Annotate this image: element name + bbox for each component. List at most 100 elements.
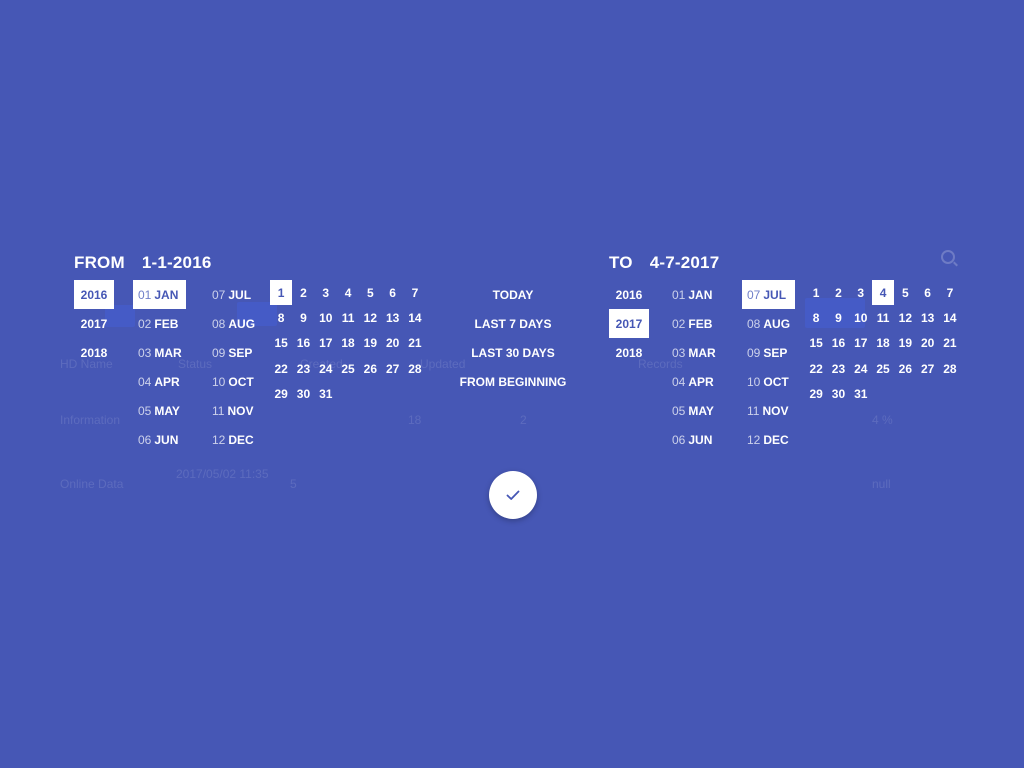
from-day-option[interactable]: 24 bbox=[315, 356, 337, 381]
to-day-option[interactable]: 24 bbox=[850, 356, 872, 381]
from-month-option[interactable]: 08 AUG bbox=[207, 309, 260, 338]
from-day-option[interactable]: 4 bbox=[337, 280, 359, 305]
to-day-option[interactable]: 29 bbox=[805, 381, 827, 406]
from-year-option[interactable]: 2018 bbox=[74, 338, 114, 367]
from-day-option[interactable]: 5 bbox=[359, 280, 381, 305]
to-day-option[interactable]: 8 bbox=[805, 305, 827, 330]
from-month-option[interactable]: 09 SEP bbox=[207, 338, 260, 367]
to-day-option[interactable]: 1 bbox=[805, 280, 827, 305]
to-month-option[interactable]: 02 FEB bbox=[667, 309, 720, 338]
quick-range-option[interactable]: FROM BEGINNING bbox=[440, 367, 586, 396]
to-month-option[interactable]: 10 OCT bbox=[742, 367, 795, 396]
to-month-option[interactable]: 04 APR bbox=[667, 367, 720, 396]
to-year-option[interactable]: 2017 bbox=[609, 309, 649, 338]
from-day-option[interactable]: 16 bbox=[292, 331, 314, 356]
from-day-option[interactable]: 3 bbox=[315, 280, 337, 305]
to-month-option[interactable]: 05 MAY bbox=[667, 396, 720, 425]
to-day-option[interactable]: 6 bbox=[916, 280, 938, 305]
to-year-option[interactable]: 2016 bbox=[609, 280, 649, 309]
from-year-option[interactable]: 2017 bbox=[74, 309, 114, 338]
to-day-option[interactable]: 23 bbox=[827, 356, 849, 381]
to-day-option[interactable]: 5 bbox=[894, 280, 916, 305]
from-month-option[interactable]: 03 MAR bbox=[133, 338, 186, 367]
to-month-option[interactable]: 09 SEP bbox=[742, 338, 795, 367]
to-day-option[interactable]: 30 bbox=[827, 381, 849, 406]
to-day-option[interactable]: 28 bbox=[939, 356, 961, 381]
to-day-option[interactable]: 14 bbox=[939, 305, 961, 330]
to-month-option[interactable]: 11 NOV bbox=[742, 396, 795, 425]
to-day-option[interactable]: 4 bbox=[871, 280, 895, 306]
from-year-option[interactable]: 2016 bbox=[74, 280, 114, 309]
from-day-option[interactable]: 12 bbox=[359, 305, 381, 330]
to-day-option[interactable]: 20 bbox=[916, 331, 938, 356]
from-day-option[interactable]: 31 bbox=[315, 381, 337, 406]
to-day-option[interactable]: 13 bbox=[916, 305, 938, 330]
quick-range-option[interactable]: TODAY bbox=[440, 280, 586, 309]
from-month-option[interactable]: 04 APR bbox=[133, 367, 186, 396]
to-day-option[interactable]: 18 bbox=[872, 331, 894, 356]
from-month-option[interactable]: 01 JAN bbox=[133, 280, 186, 309]
to-month-option[interactable]: 03 MAR bbox=[667, 338, 720, 367]
table-cell: 5 bbox=[290, 477, 297, 491]
from-day-option[interactable]: 14 bbox=[404, 305, 426, 330]
to-day-option[interactable]: 21 bbox=[939, 331, 961, 356]
from-day-option[interactable]: 18 bbox=[337, 331, 359, 356]
from-day-option[interactable]: 8 bbox=[270, 305, 292, 330]
to-month-option[interactable]: 01 JAN bbox=[667, 280, 720, 309]
from-month-option[interactable]: 12 DEC bbox=[207, 425, 260, 454]
month-name: MAY bbox=[154, 403, 180, 418]
to-year-option[interactable]: 2018 bbox=[609, 338, 649, 367]
from-day-option[interactable]: 25 bbox=[337, 356, 359, 381]
to-day-option[interactable]: 17 bbox=[850, 331, 872, 356]
to-month-option[interactable]: 08 AUG bbox=[742, 309, 795, 338]
from-day-option[interactable]: 26 bbox=[359, 356, 381, 381]
from-day-option[interactable]: 23 bbox=[292, 356, 314, 381]
to-day-option[interactable]: 2 bbox=[827, 280, 849, 305]
from-month-option[interactable]: 07 JUL bbox=[207, 280, 260, 309]
to-month-option[interactable]: 07 JUL bbox=[742, 280, 795, 309]
to-day-option[interactable]: 15 bbox=[805, 331, 827, 356]
from-day-option[interactable]: 7 bbox=[404, 280, 426, 305]
to-day-option[interactable]: 7 bbox=[939, 280, 961, 305]
quick-range-option[interactable]: LAST 30 DAYS bbox=[440, 338, 586, 367]
from-day-option[interactable]: 1 bbox=[270, 280, 293, 306]
from-day-option[interactable]: 11 bbox=[337, 305, 359, 330]
from-day-option[interactable]: 15 bbox=[270, 331, 292, 356]
to-month-option[interactable]: 06 JUN bbox=[667, 425, 720, 454]
from-month-option[interactable]: 02 FEB bbox=[133, 309, 186, 338]
from-month-option[interactable]: 11 NOV bbox=[207, 396, 260, 425]
month-number: 09 bbox=[747, 345, 761, 360]
from-day-option[interactable]: 17 bbox=[315, 331, 337, 356]
from-day-option[interactable]: 29 bbox=[270, 381, 292, 406]
from-day-option[interactable]: 22 bbox=[270, 356, 292, 381]
to-day-option[interactable]: 27 bbox=[916, 356, 938, 381]
from-month-option[interactable]: 10 OCT bbox=[207, 367, 260, 396]
from-day-option[interactable]: 6 bbox=[381, 280, 403, 305]
to-day-option[interactable]: 25 bbox=[872, 356, 894, 381]
to-day-option[interactable]: 9 bbox=[827, 305, 849, 330]
to-day-option[interactable]: 22 bbox=[805, 356, 827, 381]
to-day-option[interactable]: 11 bbox=[872, 305, 894, 330]
from-month-option[interactable]: 06 JUN bbox=[133, 425, 186, 454]
to-day-option[interactable]: 26 bbox=[894, 356, 916, 381]
to-day-option[interactable]: 31 bbox=[850, 381, 872, 406]
from-day-option[interactable]: 2 bbox=[292, 280, 314, 305]
from-day-option[interactable]: 28 bbox=[404, 356, 426, 381]
from-day-option[interactable]: 9 bbox=[292, 305, 314, 330]
from-day-option[interactable]: 13 bbox=[381, 305, 403, 330]
from-month-option[interactable]: 05 MAY bbox=[133, 396, 186, 425]
from-day-option[interactable]: 10 bbox=[315, 305, 337, 330]
to-day-option[interactable]: 10 bbox=[850, 305, 872, 330]
confirm-button[interactable] bbox=[489, 471, 537, 519]
from-day-option[interactable]: 21 bbox=[404, 331, 426, 356]
to-month-option[interactable]: 12 DEC bbox=[742, 425, 795, 454]
from-day-option[interactable]: 20 bbox=[381, 331, 403, 356]
from-day-option[interactable]: 19 bbox=[359, 331, 381, 356]
from-day-option[interactable]: 30 bbox=[292, 381, 314, 406]
quick-range-option[interactable]: LAST 7 DAYS bbox=[440, 309, 586, 338]
to-day-option[interactable]: 3 bbox=[850, 280, 872, 305]
to-day-option[interactable]: 19 bbox=[894, 331, 916, 356]
to-day-option[interactable]: 12 bbox=[894, 305, 916, 330]
from-day-option[interactable]: 27 bbox=[381, 356, 403, 381]
to-day-option[interactable]: 16 bbox=[827, 331, 849, 356]
